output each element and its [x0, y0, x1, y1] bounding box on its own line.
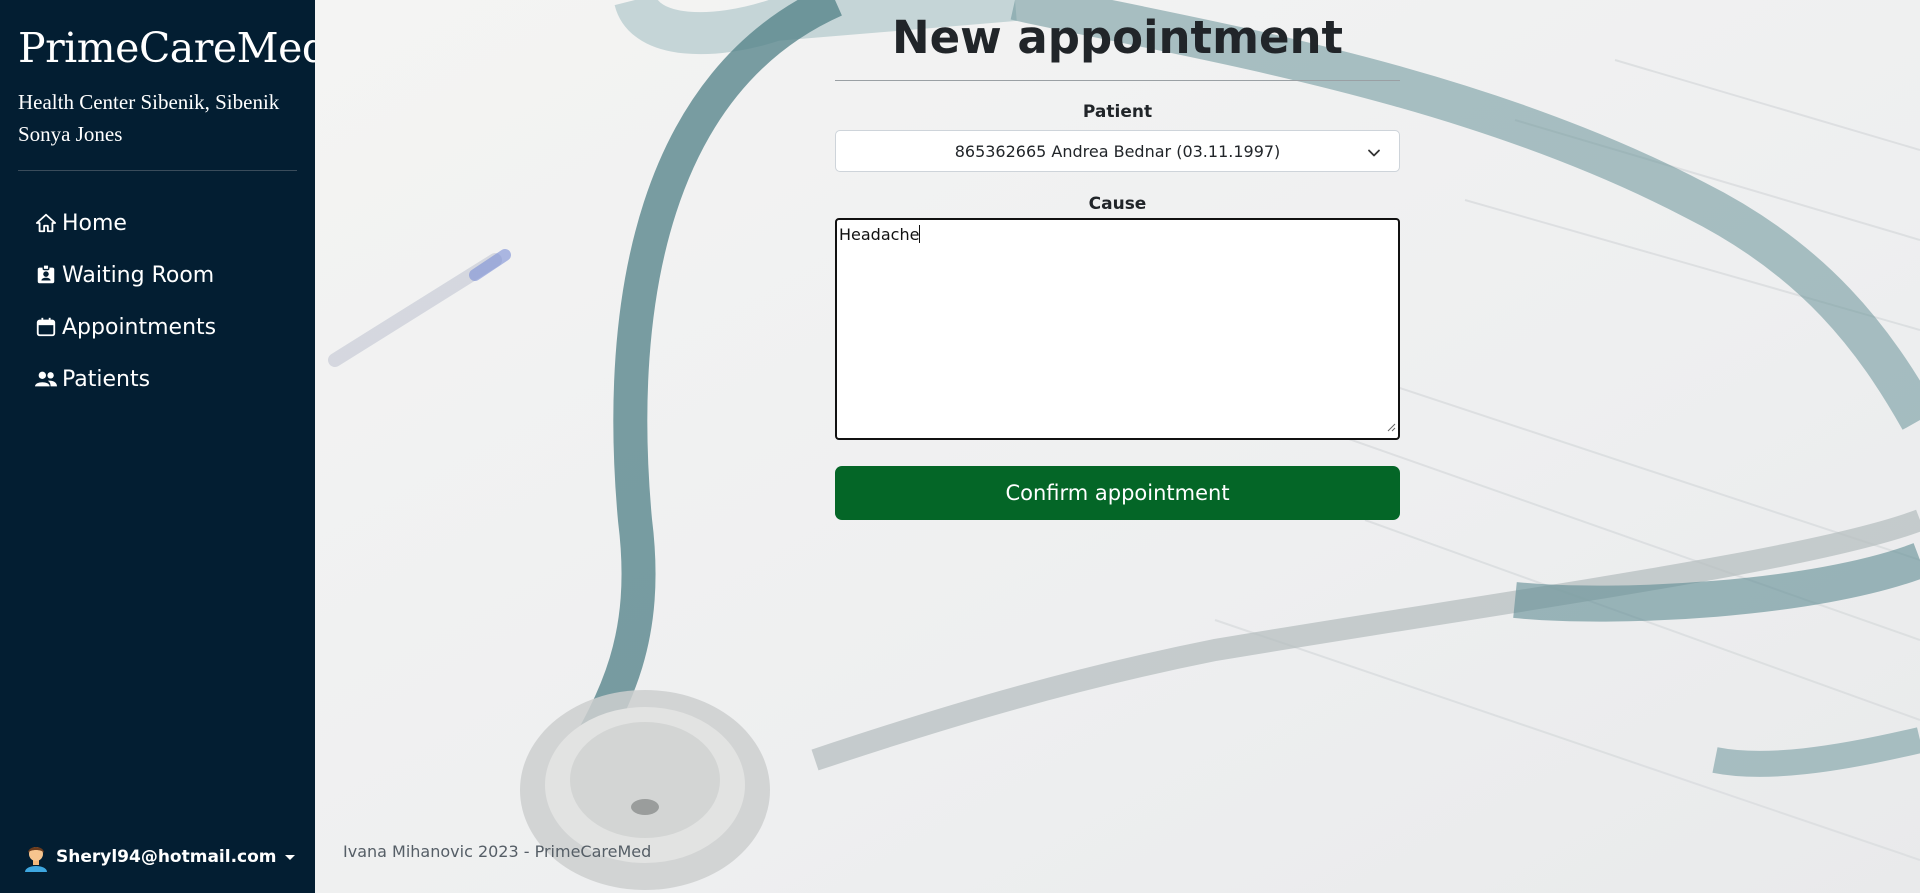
footer-text: Ivana Mihanovic 2023 - PrimeCareMed	[343, 842, 652, 861]
page-title: New appointment	[891, 11, 1344, 64]
health-center-name: Health Center Sibenik, Sibenik	[18, 90, 280, 114]
patient-label: Patient	[1082, 102, 1153, 122]
sidebar-item-label: Waiting Room	[62, 262, 215, 288]
sidebar-divider	[18, 170, 297, 171]
title-divider	[835, 80, 1400, 81]
brand-title[interactable]: PrimeCareMed	[18, 24, 328, 72]
cause-textarea[interactable]: Headache	[835, 218, 1400, 440]
sidebar-item-label: Home	[62, 210, 127, 236]
sidebar-item-home[interactable]: Home	[34, 197, 216, 249]
sidebar-nav: Home Waiting Room Appointments Patients	[34, 197, 216, 405]
patient-select-value: 865362665 Andrea Bednar (03.11.1997)	[954, 141, 1281, 161]
cause-text: Headache	[839, 225, 920, 244]
sidebar-item-patients[interactable]: Patients	[34, 353, 216, 405]
home-icon	[34, 211, 58, 235]
sidebar-item-waiting-room[interactable]: Waiting Room	[34, 249, 216, 301]
confirm-appointment-button[interactable]: Confirm appointment	[835, 466, 1400, 520]
sidebar-item-label: Appointments	[62, 314, 217, 340]
caret-down-icon	[284, 854, 295, 860]
text-cursor	[919, 225, 921, 243]
sidebar-item-label: Patients	[62, 366, 151, 392]
new-appointment-form: New appointment Patient 865362665 Andrea…	[835, 0, 1400, 520]
calendar-icon	[34, 315, 58, 339]
user-email: Sheryl94@hotmail.com	[56, 847, 277, 867]
sidebar: PrimeCareMed Health Center Sibenik, Sibe…	[0, 0, 328, 893]
user-avatar-icon	[22, 842, 50, 872]
patient-select[interactable]: 865362665 Andrea Bednar (03.11.1997)	[835, 130, 1400, 172]
cause-label: Cause	[1088, 194, 1147, 214]
main-content: New appointment Patient 865362665 Andrea…	[315, 0, 1920, 893]
resize-grip-icon[interactable]	[1386, 417, 1396, 436]
doctor-name: Sonya Jones	[18, 122, 123, 146]
chevron-down-icon	[1367, 145, 1381, 164]
id-badge-icon	[34, 263, 58, 287]
sidebar-item-appointments[interactable]: Appointments	[34, 301, 216, 353]
users-icon	[34, 367, 58, 391]
user-menu[interactable]: Sheryl94@hotmail.com	[22, 842, 295, 872]
